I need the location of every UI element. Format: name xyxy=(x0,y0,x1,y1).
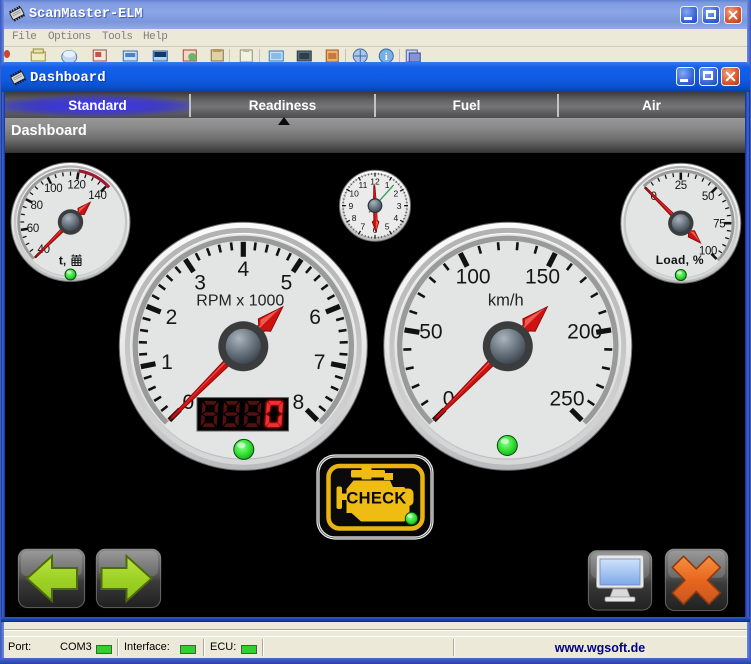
svg-text:50: 50 xyxy=(702,191,714,203)
svg-text:Load, %: Load, % xyxy=(656,253,704,267)
svg-text:1: 1 xyxy=(161,351,173,374)
svg-text:4: 4 xyxy=(394,213,399,223)
svg-text:t,: t, xyxy=(59,254,66,268)
svg-text:8: 8 xyxy=(352,213,357,223)
svg-text:RPM x 1000: RPM x 1000 xyxy=(196,292,284,309)
svg-text:6: 6 xyxy=(309,306,321,329)
svg-text:100: 100 xyxy=(456,265,491,288)
svg-text:12: 12 xyxy=(370,177,380,187)
svg-text:60: 60 xyxy=(27,223,39,235)
svg-text:140: 140 xyxy=(88,190,106,202)
svg-text:3: 3 xyxy=(194,271,206,294)
svg-text:2: 2 xyxy=(394,189,399,199)
svg-text:11: 11 xyxy=(358,180,367,190)
svg-text:3: 3 xyxy=(397,201,402,211)
svg-text:7: 7 xyxy=(361,222,366,232)
svg-text:5: 5 xyxy=(385,222,390,232)
svg-text:5: 5 xyxy=(281,271,293,294)
svg-text:4: 4 xyxy=(237,258,249,281)
svg-text:120: 120 xyxy=(67,180,85,192)
svg-text:7: 7 xyxy=(314,351,326,374)
svg-text:50: 50 xyxy=(419,320,442,343)
svg-text:9: 9 xyxy=(349,201,354,211)
svg-text:CHECK: CHECK xyxy=(346,490,406,508)
svg-text:2: 2 xyxy=(166,306,178,329)
svg-text:25: 25 xyxy=(675,180,687,192)
svg-text:km/h: km/h xyxy=(488,291,524,309)
svg-text:150: 150 xyxy=(525,265,560,288)
svg-text:1: 1 xyxy=(385,180,390,190)
svg-text:100: 100 xyxy=(44,183,62,195)
svg-text:10: 10 xyxy=(349,189,359,199)
svg-text:75: 75 xyxy=(713,218,725,230)
svg-text:80: 80 xyxy=(30,200,42,212)
svg-text:200: 200 xyxy=(567,320,602,343)
svg-text:8: 8 xyxy=(292,391,304,414)
svg-text:250: 250 xyxy=(549,387,584,410)
